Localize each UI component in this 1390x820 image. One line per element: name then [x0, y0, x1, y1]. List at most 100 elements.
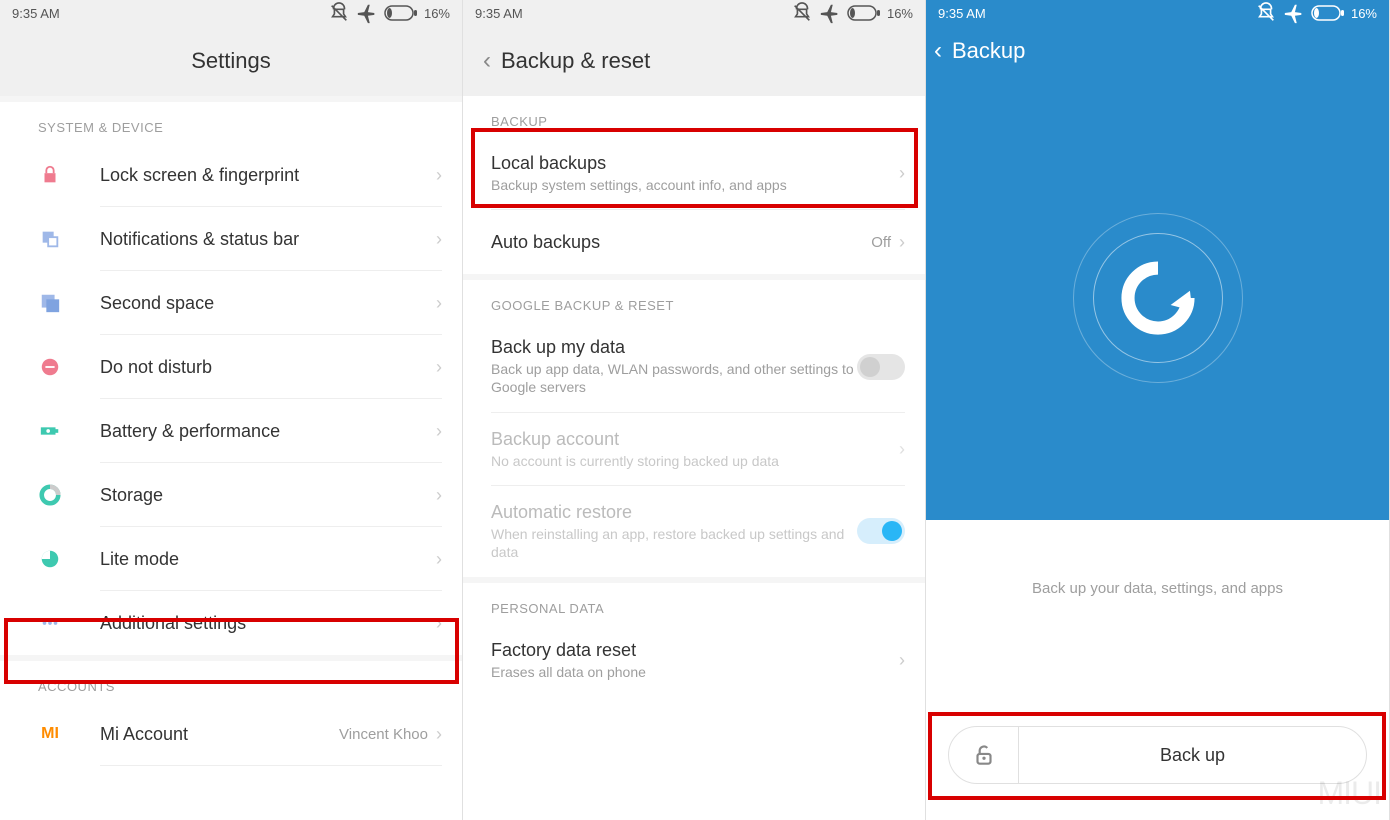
status-time: 9:35 AM: [938, 6, 986, 21]
backup-reset-screen: 9:35 AM 16% ‹ Backup & reset BACKUP Loca…: [463, 0, 926, 820]
status-icons: 16%: [1255, 2, 1377, 24]
label: Lock screen & fingerprint: [100, 165, 436, 186]
sub: Backup system settings, account info, an…: [491, 176, 899, 194]
row-backup-my-data[interactable]: Back up my data Back up app data, WLAN p…: [463, 321, 925, 412]
section-accounts: ACCOUNTS: [0, 661, 462, 702]
sub: Back up app data, WLAN passwords, and ot…: [491, 360, 857, 396]
row-auto-backups[interactable]: Auto backups Off ›: [463, 210, 925, 274]
row-battery[interactable]: Battery & performance ›: [0, 399, 462, 463]
row-notifications[interactable]: Notifications & status bar ›: [0, 207, 462, 271]
label: Automatic restore: [491, 502, 857, 523]
label: Battery & performance: [100, 421, 436, 442]
backup-visual: [926, 76, 1389, 520]
battery-percent: 16%: [424, 6, 450, 21]
notifications-icon: [38, 227, 62, 251]
auto-value: Off: [871, 234, 891, 251]
backup-screen: 9:35 AM 16% ‹ Backup Back up your data, …: [926, 0, 1390, 820]
label: Storage: [100, 485, 436, 506]
header: ‹ Backup: [926, 26, 1389, 76]
chevron-right-icon: ›: [436, 421, 442, 442]
encryption-toggle[interactable]: [949, 727, 1019, 783]
second-space-icon: [38, 291, 62, 315]
header: ‹ Backup & reset: [463, 26, 925, 96]
more-icon: [38, 611, 62, 635]
row-mi-account[interactable]: MI Mi Account Vincent Khoo ›: [0, 702, 462, 766]
toggle-auto-restore[interactable]: [857, 518, 905, 544]
silent-icon: [1255, 2, 1277, 24]
backup-caption: Back up your data, settings, and apps: [926, 580, 1389, 597]
dnd-icon: [38, 355, 62, 379]
row-factory-reset[interactable]: Factory data reset Erases all data on ph…: [463, 624, 925, 697]
status-time: 9:35 AM: [12, 6, 60, 21]
settings-screen: 9:35 AM 16% Settings SYSTEM & DEVICE Loc…: [0, 0, 463, 820]
label: Lite mode: [100, 549, 436, 570]
row-local-backups[interactable]: Local backups Backup system settings, ac…: [463, 137, 925, 210]
silent-icon: [791, 2, 813, 24]
status-bar: 9:35 AM 16%: [0, 0, 462, 26]
label: Back up my data: [491, 337, 857, 358]
battery-percent: 16%: [1351, 6, 1377, 21]
chevron-right-icon: ›: [436, 613, 442, 634]
battery-perf-icon: [38, 419, 62, 443]
section-google: GOOGLE BACKUP & RESET: [463, 280, 925, 321]
airplane-icon: [356, 2, 378, 24]
chevron-right-icon: ›: [436, 293, 442, 314]
status-icons: 16%: [791, 2, 913, 24]
chevron-right-icon: ›: [899, 439, 905, 460]
airplane-icon: [1283, 2, 1305, 24]
status-bar: 9:35 AM 16%: [463, 0, 925, 26]
battery-icon: [1311, 5, 1345, 21]
backup-button-bar: Back up: [948, 726, 1367, 784]
status-icons: 16%: [328, 2, 450, 24]
section-backup: BACKUP: [463, 96, 925, 137]
battery-icon: [847, 5, 881, 21]
toggle-backup-data[interactable]: [857, 354, 905, 380]
row-storage[interactable]: Storage ›: [0, 463, 462, 527]
row-automatic-restore[interactable]: Automatic restore When reinstalling an a…: [463, 486, 925, 577]
label: Factory data reset: [491, 640, 899, 661]
row-additional-settings[interactable]: Additional settings ›: [0, 591, 462, 655]
label: Backup account: [491, 429, 899, 450]
sub: No account is currently storing backed u…: [491, 452, 899, 470]
status-time: 9:35 AM: [475, 6, 523, 21]
row-dnd[interactable]: Do not disturb ›: [0, 335, 462, 399]
page-title: Backup & reset: [501, 48, 650, 74]
chevron-right-icon: ›: [899, 650, 905, 671]
mi-icon: MI: [38, 722, 62, 746]
page-title: Settings: [191, 48, 271, 74]
miui-watermark: MIUI: [1317, 775, 1381, 812]
chevron-right-icon: ›: [436, 724, 442, 745]
chevron-right-icon: ›: [436, 229, 442, 250]
label: Additional settings: [100, 613, 436, 634]
battery-percent: 16%: [887, 6, 913, 21]
chevron-right-icon: ›: [899, 232, 905, 253]
row-lock-screen[interactable]: Lock screen & fingerprint ›: [0, 143, 462, 207]
chevron-right-icon: ›: [436, 165, 442, 186]
silent-icon: [328, 2, 350, 24]
page-title: Backup: [952, 38, 1025, 64]
section-personal-data: PERSONAL DATA: [463, 583, 925, 624]
label: Auto backups: [491, 232, 871, 253]
airplane-icon: [819, 2, 841, 24]
label: Mi Account: [100, 724, 339, 745]
chevron-right-icon: ›: [436, 485, 442, 506]
status-bar: 9:35 AM 16%: [926, 0, 1389, 26]
section-system-device: SYSTEM & DEVICE: [0, 102, 462, 143]
storage-icon: [38, 483, 62, 507]
row-lite-mode[interactable]: Lite mode ›: [0, 527, 462, 591]
chevron-right-icon: ›: [436, 357, 442, 378]
row-backup-account[interactable]: Backup account No account is currently s…: [463, 413, 925, 486]
battery-icon: [384, 5, 418, 21]
chevron-right-icon: ›: [436, 549, 442, 570]
back-button[interactable]: ‹: [483, 47, 491, 75]
row-second-space[interactable]: Second space ›: [0, 271, 462, 335]
lock-icon: [38, 163, 62, 187]
label: Local backups: [491, 153, 899, 174]
sub: When reinstalling an app, restore backed…: [491, 525, 857, 561]
sub: Erases all data on phone: [491, 663, 899, 681]
back-button[interactable]: ‹: [934, 37, 942, 65]
backup-button[interactable]: Back up: [1019, 745, 1366, 766]
header: Settings: [0, 26, 462, 96]
lite-mode-icon: [38, 547, 62, 571]
unlock-icon: [971, 742, 997, 768]
